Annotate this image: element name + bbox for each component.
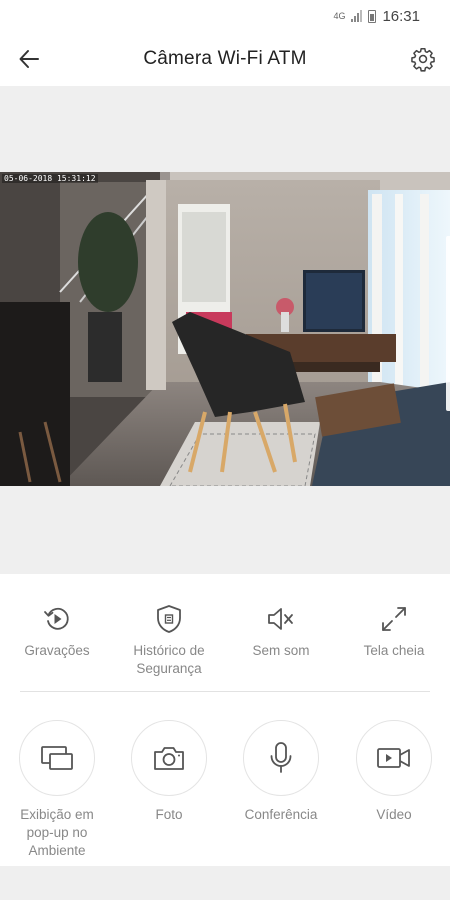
live-video-feed[interactable]: 05-06-2018 15:31:12 [0,172,450,486]
fullscreen-button[interactable]: Tela cheia [338,602,450,660]
video-record-label: Vídeo [376,807,412,822]
playback-icon [44,607,69,630]
arrow-left-icon [19,50,39,68]
photo-label: Foto [155,807,183,822]
signal-icon [351,10,363,22]
gear-icon [411,47,435,72]
conference-label: Conferência [244,807,318,822]
side-drawer-handle[interactable] [446,236,450,411]
fullscreen-label: Tela cheia [363,643,425,658]
mute-button[interactable]: Sem som [225,602,337,660]
mute-label: Sem som [252,643,310,658]
mute-icon [268,608,293,630]
bottom-spacer [0,866,450,900]
photo-button[interactable]: Foto [113,720,225,824]
conference-button[interactable]: Conferência [225,720,337,824]
video-camera-icon [377,748,410,768]
network-type-label: 4G [333,10,346,21]
security-history-button[interactable]: Histórico de Segurança [113,602,225,678]
recordings-label: Gravações [24,643,90,658]
battery-icon [368,9,377,23]
video-panel: 05-06-2018 15:31:12 [0,86,450,574]
security-history-label: Histórico de Segurança [133,643,205,676]
action-buttons-row: Exibição em pop-up no Ambiente Foto Conf… [0,720,450,860]
camera-scene-image [0,172,450,486]
popup-view-button[interactable]: Exibição em pop-up no Ambiente [1,720,113,860]
controls-panel: Gravações Histórico de Segurança Sem som… [0,574,450,866]
section-divider [20,691,430,692]
video-timestamp-overlay: 05-06-2018 15:31:12 [2,174,98,183]
back-button[interactable] [14,44,44,74]
recordings-button[interactable]: Gravações [1,602,113,660]
status-time: 16:31 [382,7,420,25]
camera-icon [154,747,184,770]
microphone-icon [270,742,292,773]
shield-icon [157,605,181,633]
status-bar: 4G 16:31 [0,0,450,32]
picture-in-picture-icon [41,746,73,770]
quick-controls-row: Gravações Histórico de Segurança Sem som… [0,602,450,692]
page-title: Câmera Wi-Fi ATM [143,48,307,69]
popup-view-label: Exibição em pop-up no Ambiente [20,807,94,858]
settings-button[interactable] [408,44,438,74]
fullscreen-icon [382,607,406,631]
app-header: Câmera Wi-Fi ATM [0,32,450,86]
video-record-button[interactable]: Vídeo [338,720,450,824]
